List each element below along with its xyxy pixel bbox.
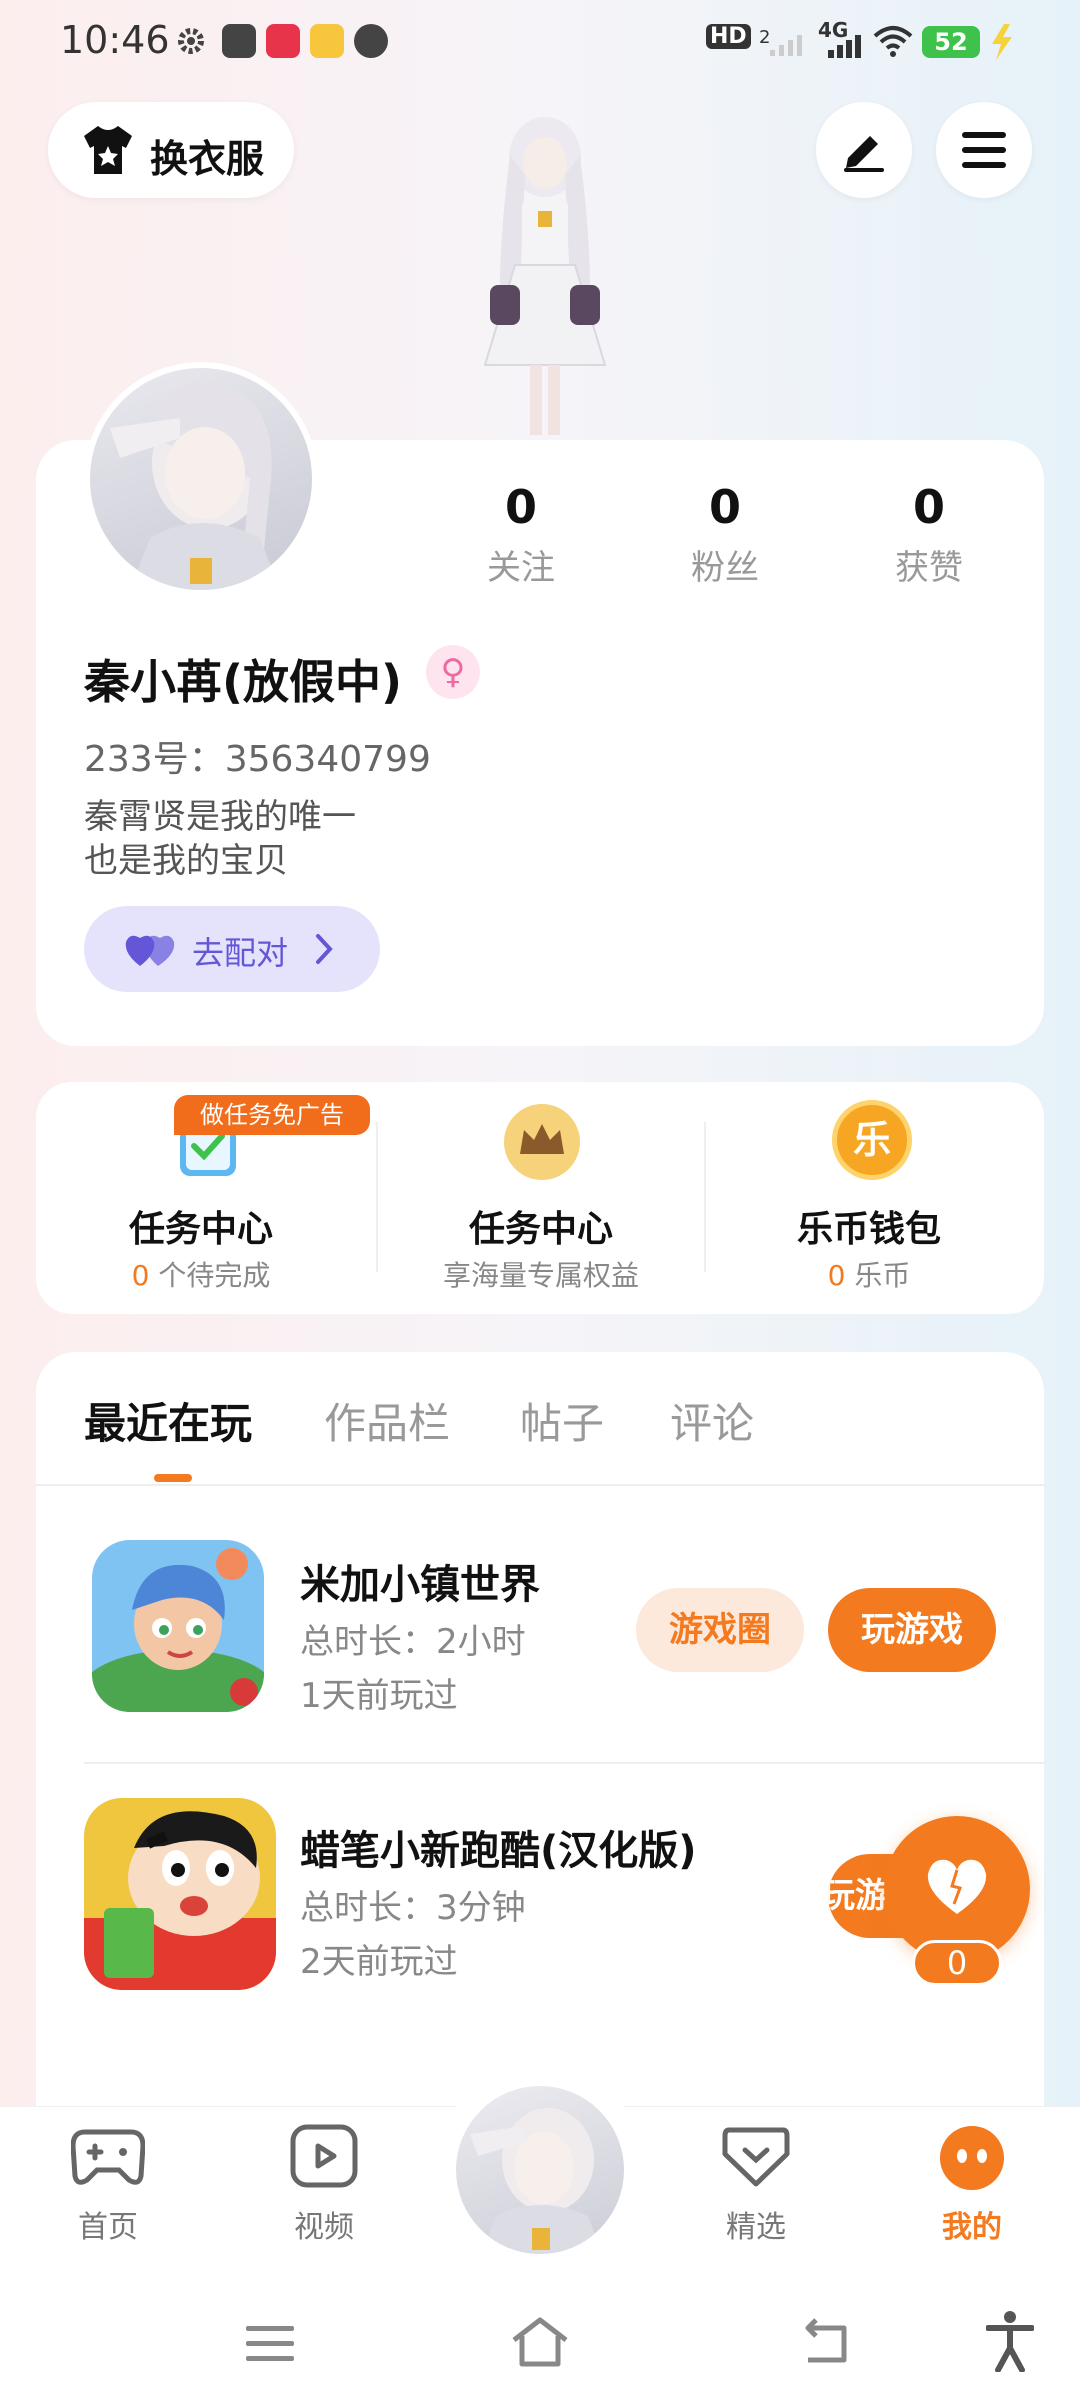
nav-mine[interactable]: 我的 xyxy=(902,2124,1042,2246)
menu-button[interactable] xyxy=(936,102,1032,198)
system-nav-bar xyxy=(0,2280,1080,2408)
bio-line: 秦霄贤是我的唯一 xyxy=(84,797,356,837)
pending-count: 0 xyxy=(131,1259,150,1292)
play-game-button[interactable]: 玩游戏 xyxy=(828,1588,996,1672)
hd-label: HD xyxy=(706,24,751,49)
stat-fans-label: 粉丝 xyxy=(691,548,759,588)
stat-likes[interactable]: 0 获赞 xyxy=(854,480,1004,589)
stat-likes-label: 获赞 xyxy=(895,548,963,588)
member-benefits-item[interactable]: 任务中心 享海量专属权益 xyxy=(376,1082,706,1314)
menu-icon xyxy=(962,132,1006,168)
hd-indicator: HD 2 xyxy=(706,20,770,50)
game-icon-crayon-shin-chan[interactable] xyxy=(84,1798,276,1990)
nav-mine-label: 我的 xyxy=(942,2210,1002,2245)
stat-fans[interactable]: 0 粉丝 xyxy=(650,480,800,589)
nav-featured-label: 精选 xyxy=(726,2210,786,2245)
coin-count: 0 xyxy=(827,1259,846,1292)
task-subtitle: 0 个待完成 xyxy=(36,1254,366,1294)
match-label: 去配对 xyxy=(192,934,289,972)
outfit-button[interactable]: 换衣服 xyxy=(48,102,294,198)
center-avatar-button[interactable] xyxy=(456,2086,624,2254)
bio-line: 也是我的宝贝 xyxy=(84,841,288,881)
double-heart-icon xyxy=(124,930,176,970)
active-tab-indicator xyxy=(154,1474,192,1482)
task-title: 乐币钱包 xyxy=(796,1209,941,1250)
status-bar: 10:46 HD 2 4G 52 xyxy=(0,0,1080,84)
task-subtitle: 享海量专属权益 xyxy=(442,1259,639,1292)
battery-indicator: 52 xyxy=(922,26,980,58)
female-gender-icon: ♀ xyxy=(426,645,480,699)
like-count: 0 xyxy=(912,1940,1002,1986)
stat-fans-value: 0 xyxy=(708,480,741,534)
recent-section xyxy=(36,1352,1044,2112)
tab-comments[interactable]: 评论 xyxy=(670,1390,754,1451)
app-notification-icon xyxy=(222,24,256,58)
recents-icon[interactable] xyxy=(246,2324,294,2364)
character-avatar-figure[interactable] xyxy=(430,115,660,440)
video-icon xyxy=(254,2124,394,2196)
signal-weak-icon xyxy=(770,32,804,56)
crown-icon xyxy=(502,1102,582,1182)
status-time: 10:46 xyxy=(60,18,170,62)
charging-icon xyxy=(988,24,1016,60)
tab-recently-played[interactable]: 最近在玩 xyxy=(84,1390,252,1451)
bio: 秦霄贤是我的唯一 也是我的宝贝 xyxy=(84,795,356,883)
wifi-icon xyxy=(872,24,914,58)
task-subtitle: 0 乐币 xyxy=(704,1254,1034,1294)
pending-suffix: 个待完成 xyxy=(149,1259,271,1292)
ad-free-promo-tag: 做任务免广告 xyxy=(174,1095,370,1135)
nav-home[interactable]: 首页 xyxy=(38,2124,178,2246)
chevron-right-icon xyxy=(314,932,334,966)
face-icon xyxy=(902,2124,1042,2196)
divider xyxy=(84,1762,1044,1764)
profile-avatar[interactable] xyxy=(84,362,318,596)
accessibility-icon[interactable] xyxy=(985,2310,1035,2373)
divider xyxy=(36,1484,1044,1486)
match-button[interactable]: 去配对 xyxy=(84,906,380,992)
edit-profile-button[interactable] xyxy=(816,102,912,198)
task-title: 任务中心 xyxy=(128,1209,273,1250)
nav-video-label: 视频 xyxy=(294,2210,354,2245)
avatar xyxy=(90,368,312,590)
stat-following-label: 关注 xyxy=(487,548,555,588)
stat-following-value: 0 xyxy=(504,480,537,534)
signal-icon xyxy=(824,34,864,58)
game-name: 蜡笔小新跑酷(汉化版) xyxy=(300,1828,697,1874)
stat-following[interactable]: 0 关注 xyxy=(446,480,596,589)
home-icon[interactable] xyxy=(510,2316,570,2368)
coin-wallet-item[interactable]: 乐 乐币钱包 0 乐币 xyxy=(704,1082,1034,1314)
nav-video[interactable]: 视频 xyxy=(254,2124,394,2246)
game-duration: 总时长：3分钟 xyxy=(300,1888,526,1928)
nav-featured[interactable]: 精选 xyxy=(686,2124,826,2246)
game-duration: 总时长：2小时 xyxy=(300,1622,526,1662)
shirt-icon xyxy=(80,124,136,176)
sim-number: 2 xyxy=(758,27,771,48)
back-icon[interactable] xyxy=(800,2318,850,2366)
play-notification-icon xyxy=(354,24,388,58)
coin-icon: 乐 xyxy=(832,1100,912,1180)
settings-icon xyxy=(174,24,208,58)
coin-suffix: 乐币 xyxy=(845,1259,911,1292)
game-icon-miga-town[interactable] xyxy=(92,1540,264,1712)
heart-box-icon xyxy=(686,2124,826,2196)
task-title: 任务中心 xyxy=(468,1209,613,1250)
nav-home-label: 首页 xyxy=(78,2210,138,2245)
game-last-played: 1天前玩过 xyxy=(300,1676,458,1716)
game-last-played: 2天前玩过 xyxy=(300,1942,458,1982)
tab-posts[interactable]: 帖子 xyxy=(520,1390,604,1451)
heart-icon xyxy=(924,1858,990,1916)
username: 秦小苒(放假中) xyxy=(84,655,403,709)
game-circle-button[interactable]: 游戏圈 xyxy=(636,1588,804,1672)
stat-likes-value: 0 xyxy=(912,480,945,534)
tab-works[interactable]: 作品栏 xyxy=(324,1390,450,1451)
user-id: 233号：356340799 xyxy=(84,739,431,780)
pen-icon xyxy=(840,128,888,172)
app-notification-icon xyxy=(266,24,300,58)
game-name: 米加小镇世界 xyxy=(300,1562,540,1608)
app-notification-icon xyxy=(310,24,344,58)
gamepad-icon xyxy=(38,2124,178,2196)
outfit-label: 换衣服 xyxy=(150,137,265,181)
